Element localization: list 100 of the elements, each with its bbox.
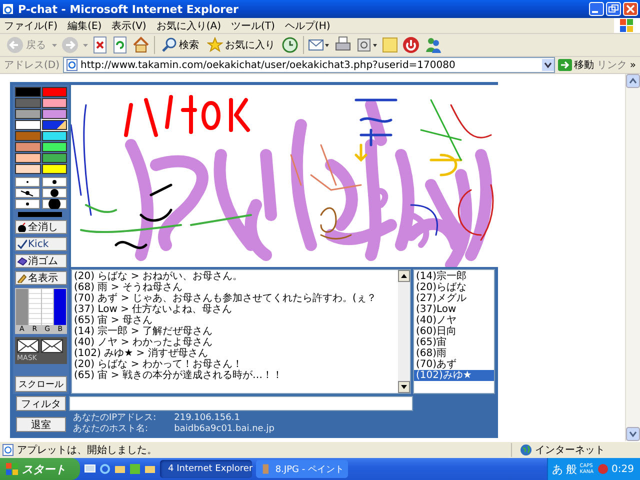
info-label: あなたのIPアドレス: — [73, 413, 156, 424]
caret-icon — [52, 44, 57, 46]
eraser-icon — [17, 256, 27, 266]
color-swatch[interactable] — [42, 153, 67, 163]
bomb-icon — [17, 222, 27, 232]
restore-icon[interactable] — [606, 2, 621, 16]
user-list-item[interactable]: (14)宗一郎 — [414, 271, 494, 282]
menu-item[interactable]: ヘルプ(H) — [284, 18, 330, 32]
brush-size-icon[interactable] — [15, 199, 40, 209]
envelope-icon[interactable] — [41, 339, 63, 353]
scroll-button[interactable]: スクロール — [15, 376, 67, 392]
home-icon[interactable] — [132, 36, 150, 54]
go-arrow-icon — [558, 59, 572, 71]
globe-icon — [520, 444, 532, 456]
links-label[interactable]: リンク — [596, 58, 627, 72]
color-swatch[interactable] — [15, 142, 40, 152]
brush-size-icon[interactable] — [42, 177, 66, 187]
color-swatch[interactable] — [42, 109, 67, 119]
color-swatch[interactable] — [15, 109, 40, 119]
menu-item[interactable]: ファイル(F) — [4, 18, 58, 32]
go-button[interactable]: 移動 — [558, 58, 594, 72]
color-slider[interactable] — [54, 289, 66, 325]
chat-message: (40) ノヤ > わかったよ母さん — [74, 337, 214, 348]
user-list-item[interactable]: (65)宙 — [414, 337, 494, 348]
color-swatch[interactable] — [15, 131, 40, 141]
color-swatch[interactable] — [15, 120, 40, 130]
color-swatch[interactable] — [42, 98, 67, 108]
color-slider[interactable] — [28, 289, 40, 325]
user-list-item[interactable]: (60)日向 — [414, 326, 494, 337]
status-text: アプレットは、開始しました。 — [17, 444, 158, 457]
browser-icon[interactable] — [99, 463, 111, 475]
search-icon — [161, 37, 177, 53]
color-swatch[interactable] — [15, 98, 40, 108]
folder-icon[interactable] — [144, 463, 156, 475]
color-swatch[interactable] — [42, 142, 67, 152]
close-icon[interactable] — [623, 2, 638, 16]
window-title: P-chat - Microsoft Internet Explorer — [18, 2, 240, 16]
color-swatch[interactable] — [15, 153, 40, 163]
menu-item[interactable]: ツール(T) — [231, 18, 275, 32]
color-slider[interactable] — [16, 289, 28, 325]
scroll-up-icon[interactable] — [398, 270, 410, 282]
more-chevron[interactable]: » — [630, 60, 636, 70]
minimize-icon[interactable] — [589, 2, 604, 16]
history-icon[interactable] — [281, 36, 299, 54]
chat-message: (20) らばな > おねがい、お母さん。 — [74, 271, 244, 282]
scroll-down-icon[interactable] — [398, 381, 410, 393]
line-width-icon[interactable] — [15, 212, 65, 217]
color-swatch[interactable] — [42, 120, 67, 130]
taskbar-button[interactable]: 4 Internet Explorer — [160, 460, 252, 478]
page-icon — [66, 59, 78, 71]
color-swatch[interactable] — [15, 164, 40, 174]
chat-message: (20) らばな > わかって！お母さん！ — [74, 359, 244, 370]
chat-message: (37) Low > 仕方ないよね、母さん — [74, 304, 234, 315]
tool-button[interactable]: 全消し — [15, 220, 67, 234]
user-list-item[interactable]: (27)メグル — [414, 293, 494, 304]
color-swatch[interactable] — [15, 87, 40, 97]
address-label: アドレス(D) — [4, 59, 60, 72]
folder-icon[interactable] — [114, 463, 126, 475]
user-list-item[interactable]: (102)みゆ★ — [414, 370, 494, 381]
brush-size-icon[interactable] — [15, 188, 40, 198]
filter-input-field[interactable] — [69, 396, 413, 411]
tool-button[interactable]: 名表示 — [15, 271, 67, 285]
chat-message: (14) 宗一郎 > 了解だぜ母さん — [74, 326, 214, 337]
menu-item[interactable]: お気に入り(A) — [156, 18, 221, 32]
color-swatch[interactable] — [42, 87, 67, 97]
taskbar-button[interactable]: 8.JPG - ペイント — [256, 460, 348, 478]
user-list-item[interactable]: (68)雨 — [414, 348, 494, 359]
color-swatch[interactable] — [42, 164, 67, 174]
app-icon[interactable] — [129, 463, 141, 475]
brush-size-icon[interactable] — [42, 199, 66, 209]
color-slider[interactable] — [42, 289, 54, 325]
power-icon[interactable] — [402, 36, 420, 54]
info-label: あなたのホスト名: — [73, 424, 150, 435]
user-list-item[interactable]: (70)あず — [414, 359, 494, 370]
user-list-item[interactable]: (37)Low — [414, 304, 494, 315]
filter-button[interactable]: フィルタ — [16, 396, 66, 411]
color-swatch[interactable] — [42, 131, 67, 141]
menu-item[interactable]: 表示(V) — [112, 18, 146, 32]
brush-size-icon[interactable] — [42, 188, 66, 198]
scrollbar[interactable] — [625, 74, 640, 441]
windows-logo-icon — [614, 18, 640, 33]
leave-button[interactable]: 退室 — [16, 416, 66, 432]
user-list-item[interactable]: (20)らばな — [414, 282, 494, 293]
zone-text: インターネット — [535, 444, 605, 457]
caret-icon — [83, 44, 88, 46]
address-field[interactable]: http://www.takamin.com/oekakichat/user/oekakichat3.php?userid=170080 — [62, 57, 555, 73]
ie-page-icon — [2, 3, 14, 15]
envelope-icon[interactable] — [17, 339, 39, 353]
paint-icon — [260, 463, 272, 475]
refresh-icon[interactable] — [112, 36, 128, 54]
star-icon — [207, 37, 223, 53]
tool-button[interactable]: Kick — [15, 237, 67, 251]
desktop-icon[interactable] — [84, 463, 96, 475]
messenger-icon[interactable] — [424, 36, 442, 54]
tool-button[interactable]: 消ゴム — [15, 254, 67, 268]
user-list-item[interactable]: (40)ノヤ — [414, 315, 494, 326]
menu-item[interactable]: 編集(E) — [68, 18, 102, 32]
stop-icon[interactable] — [92, 36, 108, 54]
favorites-button[interactable]: お気に入り — [205, 37, 277, 53]
search-button[interactable]: 検索 — [159, 37, 201, 53]
